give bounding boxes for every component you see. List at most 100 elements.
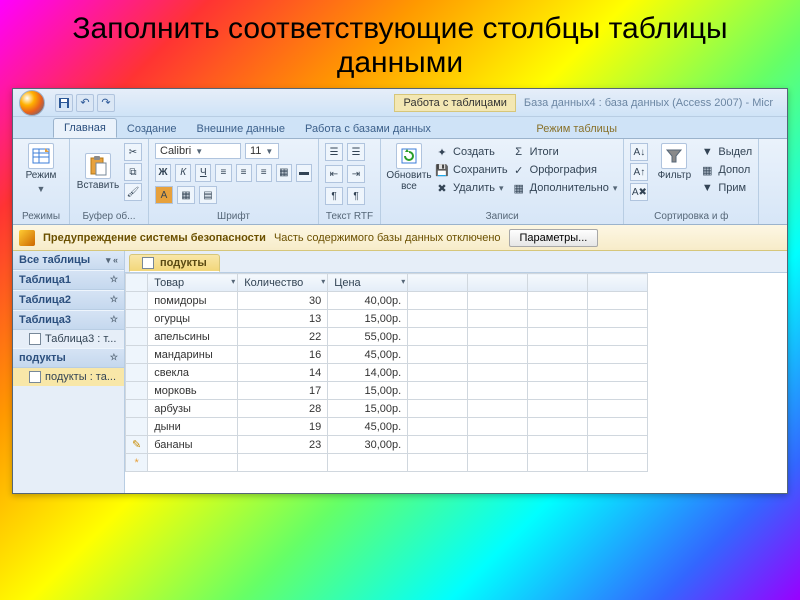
cell-empty[interactable]: [588, 328, 648, 346]
row-selector[interactable]: [126, 418, 148, 436]
cell-empty[interactable]: [588, 364, 648, 382]
cell-empty[interactable]: [408, 418, 468, 436]
row-selector[interactable]: [126, 346, 148, 364]
clear-sort-icon[interactable]: A✖: [630, 183, 648, 201]
cell-empty[interactable]: [588, 292, 648, 310]
indent-left-icon[interactable]: ⇤: [325, 165, 343, 183]
cell-product[interactable]: апельсины: [148, 328, 238, 346]
select-all-corner[interactable]: [126, 274, 148, 292]
column-header-empty[interactable]: [408, 274, 468, 292]
cell-empty[interactable]: [588, 310, 648, 328]
align-left-icon[interactable]: ≡: [215, 164, 231, 182]
align-right-icon[interactable]: ≡: [256, 164, 272, 182]
row-selector[interactable]: ✎: [126, 436, 148, 454]
nav-group-table3[interactable]: Таблица3☆: [13, 310, 124, 330]
cell-empty[interactable]: [588, 400, 648, 418]
cell-qty[interactable]: 22: [238, 328, 328, 346]
cell-empty[interactable]: [148, 454, 238, 472]
cell-empty[interactable]: [588, 382, 648, 400]
cell-empty[interactable]: [528, 436, 588, 454]
doc-tab-products[interactable]: подукты: [129, 254, 220, 272]
cell-qty[interactable]: 16: [238, 346, 328, 364]
cell-price[interactable]: 45,00р.: [328, 346, 408, 364]
view-button[interactable]: Режим ▼: [19, 143, 63, 194]
row-selector[interactable]: [126, 310, 148, 328]
numbered-list-icon[interactable]: ☰: [347, 143, 365, 161]
cell-product[interactable]: арбузы: [148, 400, 238, 418]
row-selector[interactable]: [126, 382, 148, 400]
align-center-icon[interactable]: ≡: [236, 164, 252, 182]
cell-empty[interactable]: [528, 292, 588, 310]
sort-asc-icon[interactable]: A↓: [630, 143, 648, 161]
row-selector[interactable]: [126, 292, 148, 310]
toggle-filter-button[interactable]: ▼Прим: [700, 179, 752, 197]
cell-product[interactable]: мандарины: [148, 346, 238, 364]
cell-qty[interactable]: 23: [238, 436, 328, 454]
redo-icon[interactable]: ↷: [97, 94, 115, 112]
cell-product[interactable]: морковь: [148, 382, 238, 400]
column-header-qty[interactable]: Количество▾: [238, 274, 328, 292]
column-header-product[interactable]: Товар▾: [148, 274, 238, 292]
table-row[interactable]: ✎бананы2330,00р.: [126, 436, 648, 454]
cell-qty[interactable]: 17: [238, 382, 328, 400]
cell-price[interactable]: 15,00р.: [328, 382, 408, 400]
cell-empty[interactable]: [408, 436, 468, 454]
cell-empty[interactable]: [328, 454, 408, 472]
cell-qty[interactable]: 19: [238, 418, 328, 436]
cell-product[interactable]: дыни: [148, 418, 238, 436]
underline-button[interactable]: Ч: [195, 164, 211, 182]
cell-empty[interactable]: [588, 436, 648, 454]
cell-empty[interactable]: [408, 310, 468, 328]
cell-product[interactable]: бананы: [148, 436, 238, 454]
cell-empty[interactable]: [588, 346, 648, 364]
cell-price[interactable]: 15,00р.: [328, 400, 408, 418]
cell-empty[interactable]: [588, 418, 648, 436]
totals-button[interactable]: ΣИтоги: [512, 143, 618, 161]
advanced-button[interactable]: ▦Допол: [700, 161, 752, 179]
bold-button[interactable]: Ж: [155, 164, 171, 182]
cell-empty[interactable]: [528, 346, 588, 364]
cell-price[interactable]: 30,00р.: [328, 436, 408, 454]
tab-dbtools[interactable]: Работа с базами данных: [295, 120, 441, 138]
list-icon[interactable]: ☰: [325, 143, 343, 161]
font-size-combo[interactable]: 11▼: [245, 143, 279, 159]
nav-group-table1[interactable]: Таблица1☆: [13, 270, 124, 290]
new-record-button[interactable]: ✦Создать: [435, 143, 508, 161]
row-selector[interactable]: [126, 364, 148, 382]
row-selector[interactable]: [126, 400, 148, 418]
cell-price[interactable]: 55,00р.: [328, 328, 408, 346]
cell-qty[interactable]: 13: [238, 310, 328, 328]
tab-external[interactable]: Внешние данные: [187, 120, 295, 138]
cell-empty[interactable]: [528, 382, 588, 400]
cell-empty[interactable]: [468, 436, 528, 454]
cell-empty[interactable]: [528, 454, 588, 472]
cell-price[interactable]: 40,00р.: [328, 292, 408, 310]
cell-empty[interactable]: [468, 400, 528, 418]
cell-empty[interactable]: [528, 400, 588, 418]
rtl-icon[interactable]: ¶: [347, 187, 365, 205]
filter-button[interactable]: Фильтр: [652, 143, 696, 182]
indent-right-icon[interactable]: ⇥: [347, 165, 365, 183]
nav-item-products[interactable]: подукты : та...: [13, 368, 124, 386]
row-selector[interactable]: [126, 328, 148, 346]
table-row[interactable]: апельсины2255,00р.: [126, 328, 648, 346]
row-selector[interactable]: *: [126, 454, 148, 472]
cell-empty[interactable]: [468, 364, 528, 382]
cell-empty[interactable]: [528, 364, 588, 382]
cell-empty[interactable]: [408, 364, 468, 382]
undo-icon[interactable]: ↶: [76, 94, 94, 112]
cell-empty[interactable]: [408, 292, 468, 310]
save-icon[interactable]: [55, 94, 73, 112]
spelling-button[interactable]: ✓Орфография: [512, 161, 618, 179]
cell-empty[interactable]: [408, 454, 468, 472]
cell-price[interactable]: 14,00р.: [328, 364, 408, 382]
nav-item-table3[interactable]: Таблица3 : т...: [13, 330, 124, 348]
cell-empty[interactable]: [588, 454, 648, 472]
cell-empty[interactable]: [528, 418, 588, 436]
nav-group-products[interactable]: подукты☆: [13, 348, 124, 368]
cell-empty[interactable]: [408, 346, 468, 364]
cell-product[interactable]: огурцы: [148, 310, 238, 328]
table-row[interactable]: помидоры3040,00р.: [126, 292, 648, 310]
table-row[interactable]: морковь1715,00р.: [126, 382, 648, 400]
cell-price[interactable]: 15,00р.: [328, 310, 408, 328]
